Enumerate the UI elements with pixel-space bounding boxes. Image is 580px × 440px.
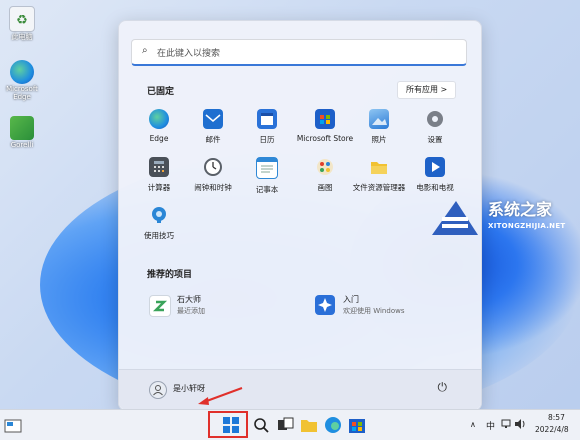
taskbar: ∧ 中 [0, 409, 580, 440]
app-name: 使用技巧 [144, 231, 174, 240]
ime-indicator[interactable]: 中 [486, 419, 495, 432]
volume-icon[interactable] [514, 418, 526, 433]
get-started-icon [315, 295, 335, 315]
desktop-icon-label: Microsoft Edge [6, 85, 38, 101]
edge-icon[interactable] [324, 416, 342, 434]
edge-icon [10, 60, 34, 84]
watermark-title: 系统之家 [488, 200, 553, 219]
pinned-app-tips[interactable]: 使用技巧 [131, 205, 187, 241]
search-icon[interactable] [252, 416, 270, 434]
calculator-icon [149, 157, 169, 177]
app-name: Microsoft Store [296, 134, 354, 143]
pinned-app-settings[interactable]: 设置 [407, 109, 463, 145]
app-name: 闹钟和时钟 [194, 183, 232, 192]
search-box[interactable]: ⌕ 在此键入以搜索 [131, 39, 467, 66]
all-apps-button[interactable]: 所有应用 > [397, 81, 457, 99]
app-icon [149, 295, 171, 317]
recommended-subtitle: 欢迎使用 Windows [343, 307, 405, 315]
pinned-app-notepad[interactable]: 记事本 [239, 157, 295, 195]
widgets-icon[interactable] [4, 418, 22, 436]
desktop-icon-label: 此电脑 [11, 33, 33, 41]
paint-icon [315, 157, 335, 177]
recommended-item[interactable]: 入门 欢迎使用 Windows [315, 293, 465, 321]
recommended-item[interactable]: 石大师 最近添加 [149, 293, 289, 321]
pinned-app-movies[interactable]: 电影和电视 [407, 157, 463, 193]
app-name: 电影和电视 [416, 183, 454, 192]
app-name: 计算器 [147, 183, 171, 192]
photos-icon [369, 109, 389, 129]
search-placeholder: 在此键入以搜索 [157, 49, 221, 59]
app-name: 邮件 [205, 135, 221, 144]
avatar[interactable] [149, 381, 167, 399]
store-icon [315, 109, 335, 129]
task-view-icon[interactable] [276, 416, 294, 434]
calendar-icon [257, 109, 277, 129]
start-footer: 是小轩呀 ⏻ [119, 369, 481, 410]
svg-text:♻: ♻ [16, 13, 28, 28]
app-name: 记事本 [255, 185, 279, 194]
network-icon[interactable] [501, 418, 511, 433]
app-name: 设置 [427, 135, 443, 144]
pinned-app-store[interactable]: Microsoft Store [295, 109, 355, 143]
red-arrow-annotation [198, 387, 243, 405]
mail-icon [203, 109, 223, 129]
watermark-logo [432, 201, 478, 235]
clock-date[interactable]: 2022/4/8 [535, 425, 569, 434]
pinned-app-file-explorer[interactable]: 文件资源管理器 [345, 157, 413, 193]
clock-time[interactable]: 8:57 [548, 413, 565, 422]
pinned-app-calendar[interactable]: 日历 [239, 109, 295, 145]
recommended-subtitle: 最近添加 [177, 307, 205, 315]
app-name: 日历 [259, 135, 275, 144]
gear-icon [425, 109, 445, 129]
tray-chevron-icon[interactable]: ∧ [470, 420, 476, 429]
pinned-app-photos[interactable]: 照片 [351, 109, 407, 145]
watermark-subtitle: XITONGZHIJIA.NET [488, 222, 566, 230]
pinned-app-mail[interactable]: 邮件 [185, 109, 241, 145]
tips-icon [149, 205, 169, 225]
recycle-bin-icon: ♻ [9, 6, 35, 32]
recommended-title: 推荐的项目 [147, 270, 193, 280]
app-name: Edge [149, 134, 169, 143]
store-icon[interactable] [348, 416, 366, 434]
movies-icon [425, 157, 445, 177]
start-button-highlight [208, 411, 248, 438]
clock-icon [203, 157, 223, 177]
pinned-title: 已固定 [147, 87, 175, 97]
pinned-app-clock[interactable]: 闹钟和时钟 [185, 157, 241, 193]
desktop-icon-edge[interactable]: Microsoft Edge [4, 60, 40, 101]
desktop-icon-this-pc[interactable]: ♻ 此电脑 [4, 6, 40, 42]
edge-icon [149, 109, 169, 129]
power-icon[interactable]: ⏻ [438, 380, 448, 395]
folder-icon[interactable] [300, 416, 318, 434]
app-icon [10, 116, 34, 140]
app-name: 文件资源管理器 [352, 183, 406, 192]
recommended-title-text: 石大师 [177, 295, 201, 304]
folder-icon [369, 157, 389, 177]
desktop-icon-app[interactable]: Gorelli [4, 116, 40, 150]
desktop-icon-label: Gorelli [10, 141, 34, 149]
notepad-icon [256, 157, 278, 179]
pinned-app-calculator[interactable]: 计算器 [131, 157, 187, 193]
search-icon: ⌕ [142, 45, 148, 56]
app-name: 照片 [371, 135, 387, 144]
pinned-app-edge[interactable]: Edge [131, 109, 187, 143]
recommended-title-text: 入门 [343, 295, 359, 304]
